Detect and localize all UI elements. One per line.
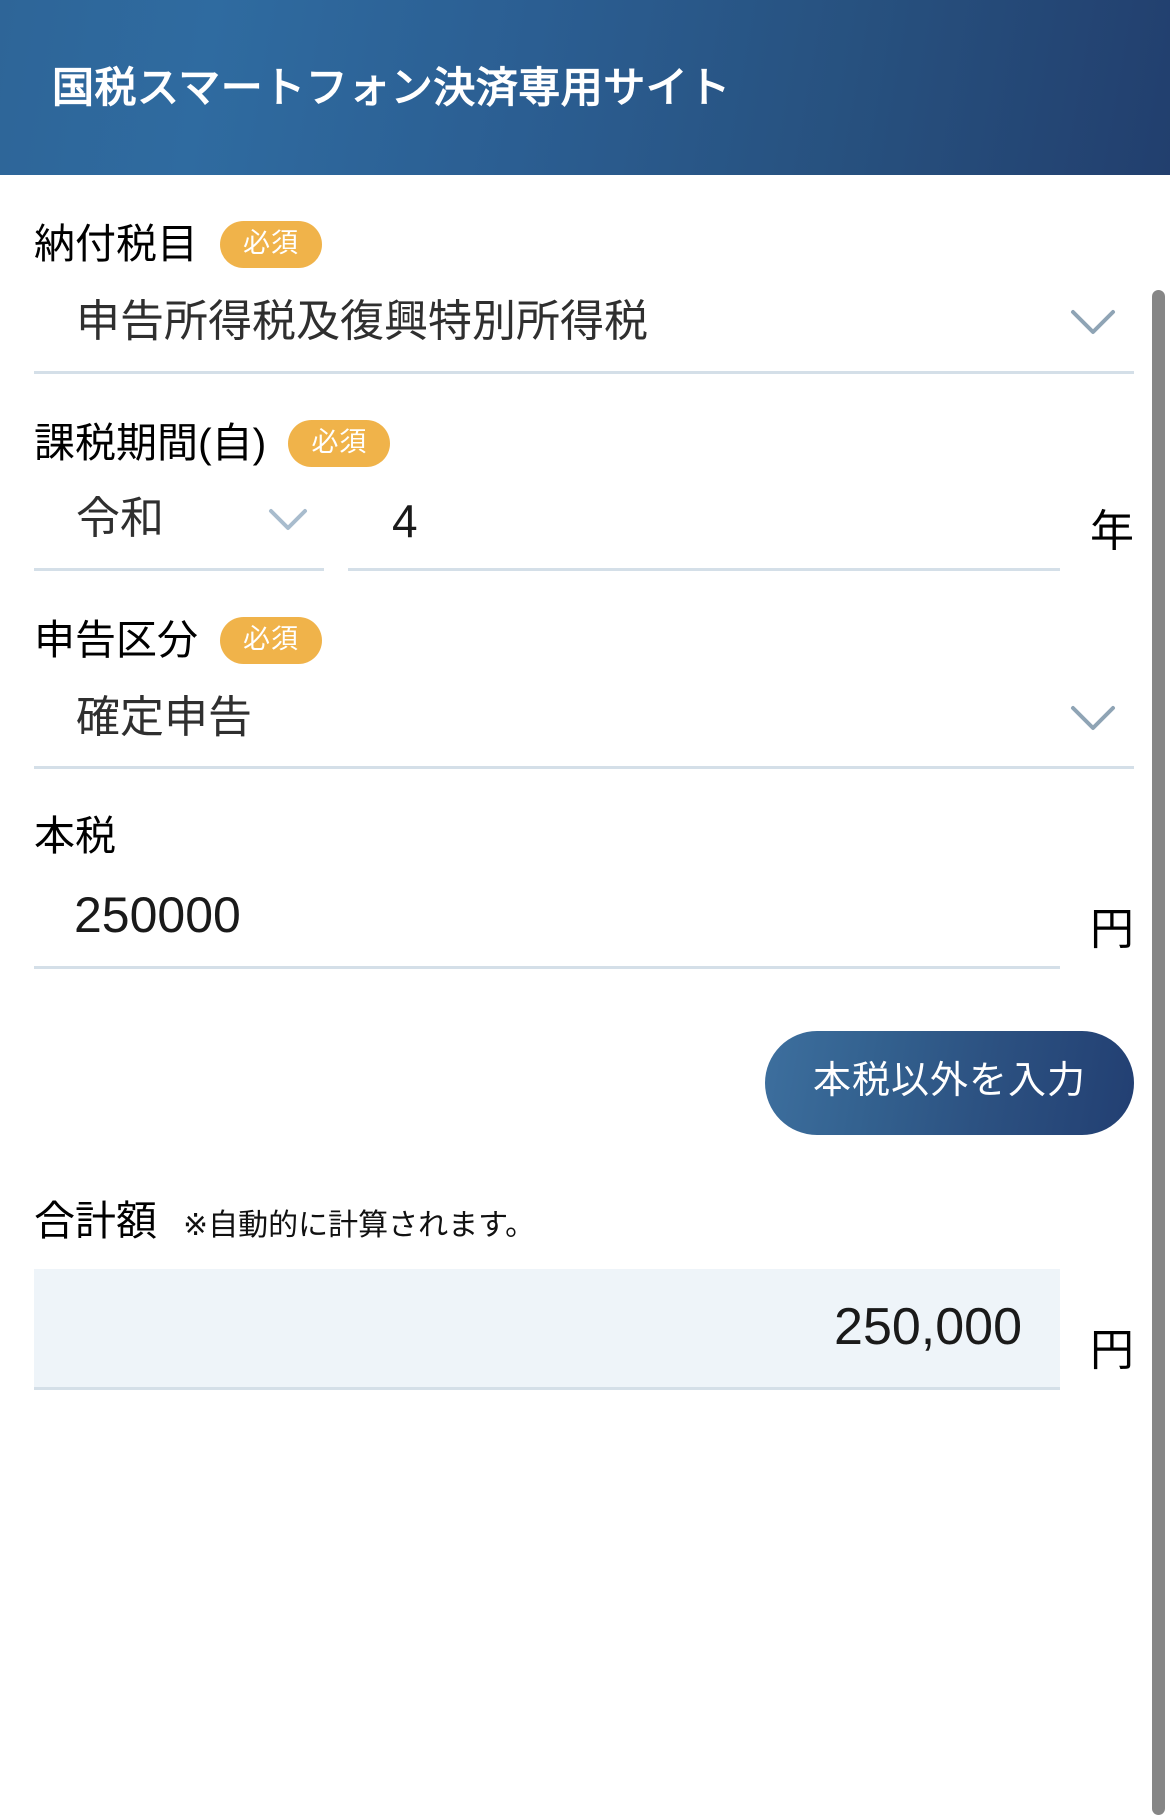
field-total-amount: 合計額 ※自動的に計算されます。 250,000 円 <box>34 1187 1134 1391</box>
principal-tax-label-row: 本税 <box>34 769 1134 858</box>
page-title: 国税スマートフォン決済専用サイト <box>52 63 731 111</box>
filing-type-select[interactable]: 確定申告 <box>34 692 1134 770</box>
scrollbar-thumb[interactable] <box>1152 290 1165 1815</box>
taxable-period-inputs: 令和 年 <box>34 493 1134 571</box>
principal-tax-input[interactable] <box>34 886 1060 970</box>
year-input[interactable] <box>348 493 1060 571</box>
era-select[interactable]: 令和 <box>34 493 324 571</box>
tax-item-required-badge: 必須 <box>220 221 322 268</box>
chevron-down-icon <box>1070 704 1116 732</box>
year-unit-label: 年 <box>1090 506 1134 556</box>
era-value: 令和 <box>76 493 164 543</box>
filing-type-value: 確定申告 <box>76 692 252 742</box>
filing-type-label: 申告区分 <box>34 616 198 663</box>
filing-type-label-row: 申告区分 必須 <box>34 571 1134 664</box>
action-button-row: 本税以外を入力 <box>34 1031 1134 1136</box>
total-amount-unit-label: 円 <box>1090 1326 1134 1376</box>
total-amount-value: 250,000 <box>34 1269 1060 1391</box>
field-filing-type: 申告区分 必須 確定申告 <box>34 571 1134 770</box>
total-label-row: 合計額 ※自動的に計算されます。 <box>34 1187 1134 1247</box>
principal-tax-label: 本税 <box>34 813 116 860</box>
principal-tax-input-row: 円 <box>34 886 1134 970</box>
total-amount-row: 250,000 円 <box>34 1269 1134 1391</box>
chevron-down-icon <box>1070 308 1116 336</box>
chevron-down-icon <box>268 507 308 531</box>
tax-item-label-row: 納付税目 必須 <box>34 175 1134 268</box>
field-principal-tax: 本税 円 <box>34 769 1134 970</box>
payment-form: 納付税目 必須 申告所得税及復興特別所得税 課税期間(自) 必須 令和 4 年 … <box>0 175 1170 1391</box>
app-header: 国税スマートフォン決済専用サイト <box>0 0 1170 175</box>
scrollbar-track[interactable] <box>1148 175 1170 1815</box>
taxable-period-label-row: 課税期間(自) 必須 <box>34 374 1134 467</box>
year-input-wrap: 年 <box>348 493 1134 571</box>
taxable-period-required-badge: 必須 <box>288 419 391 467</box>
tax-item-value: 申告所得税及復興特別所得税 <box>76 297 648 346</box>
tax-item-label: 納付税目 <box>34 220 198 267</box>
enter-other-than-principal-button[interactable]: 本税以外を入力 <box>764 1031 1134 1136</box>
field-taxable-period: 課税期間(自) 必須 令和 年 <box>34 374 1134 571</box>
tax-item-select[interactable]: 申告所得税及復興特別所得税 <box>34 296 1134 374</box>
principal-tax-unit-label: 円 <box>1090 905 1134 955</box>
filing-type-required-badge: 必須 <box>220 616 322 664</box>
field-tax-item: 納付税目 必須 申告所得税及復興特別所得税 <box>34 175 1134 374</box>
total-amount-label: 合計額 <box>34 1198 157 1245</box>
total-amount-note: ※自動的に計算されます。 <box>183 1209 536 1243</box>
taxable-period-label: 課税期間(自) <box>34 419 267 466</box>
